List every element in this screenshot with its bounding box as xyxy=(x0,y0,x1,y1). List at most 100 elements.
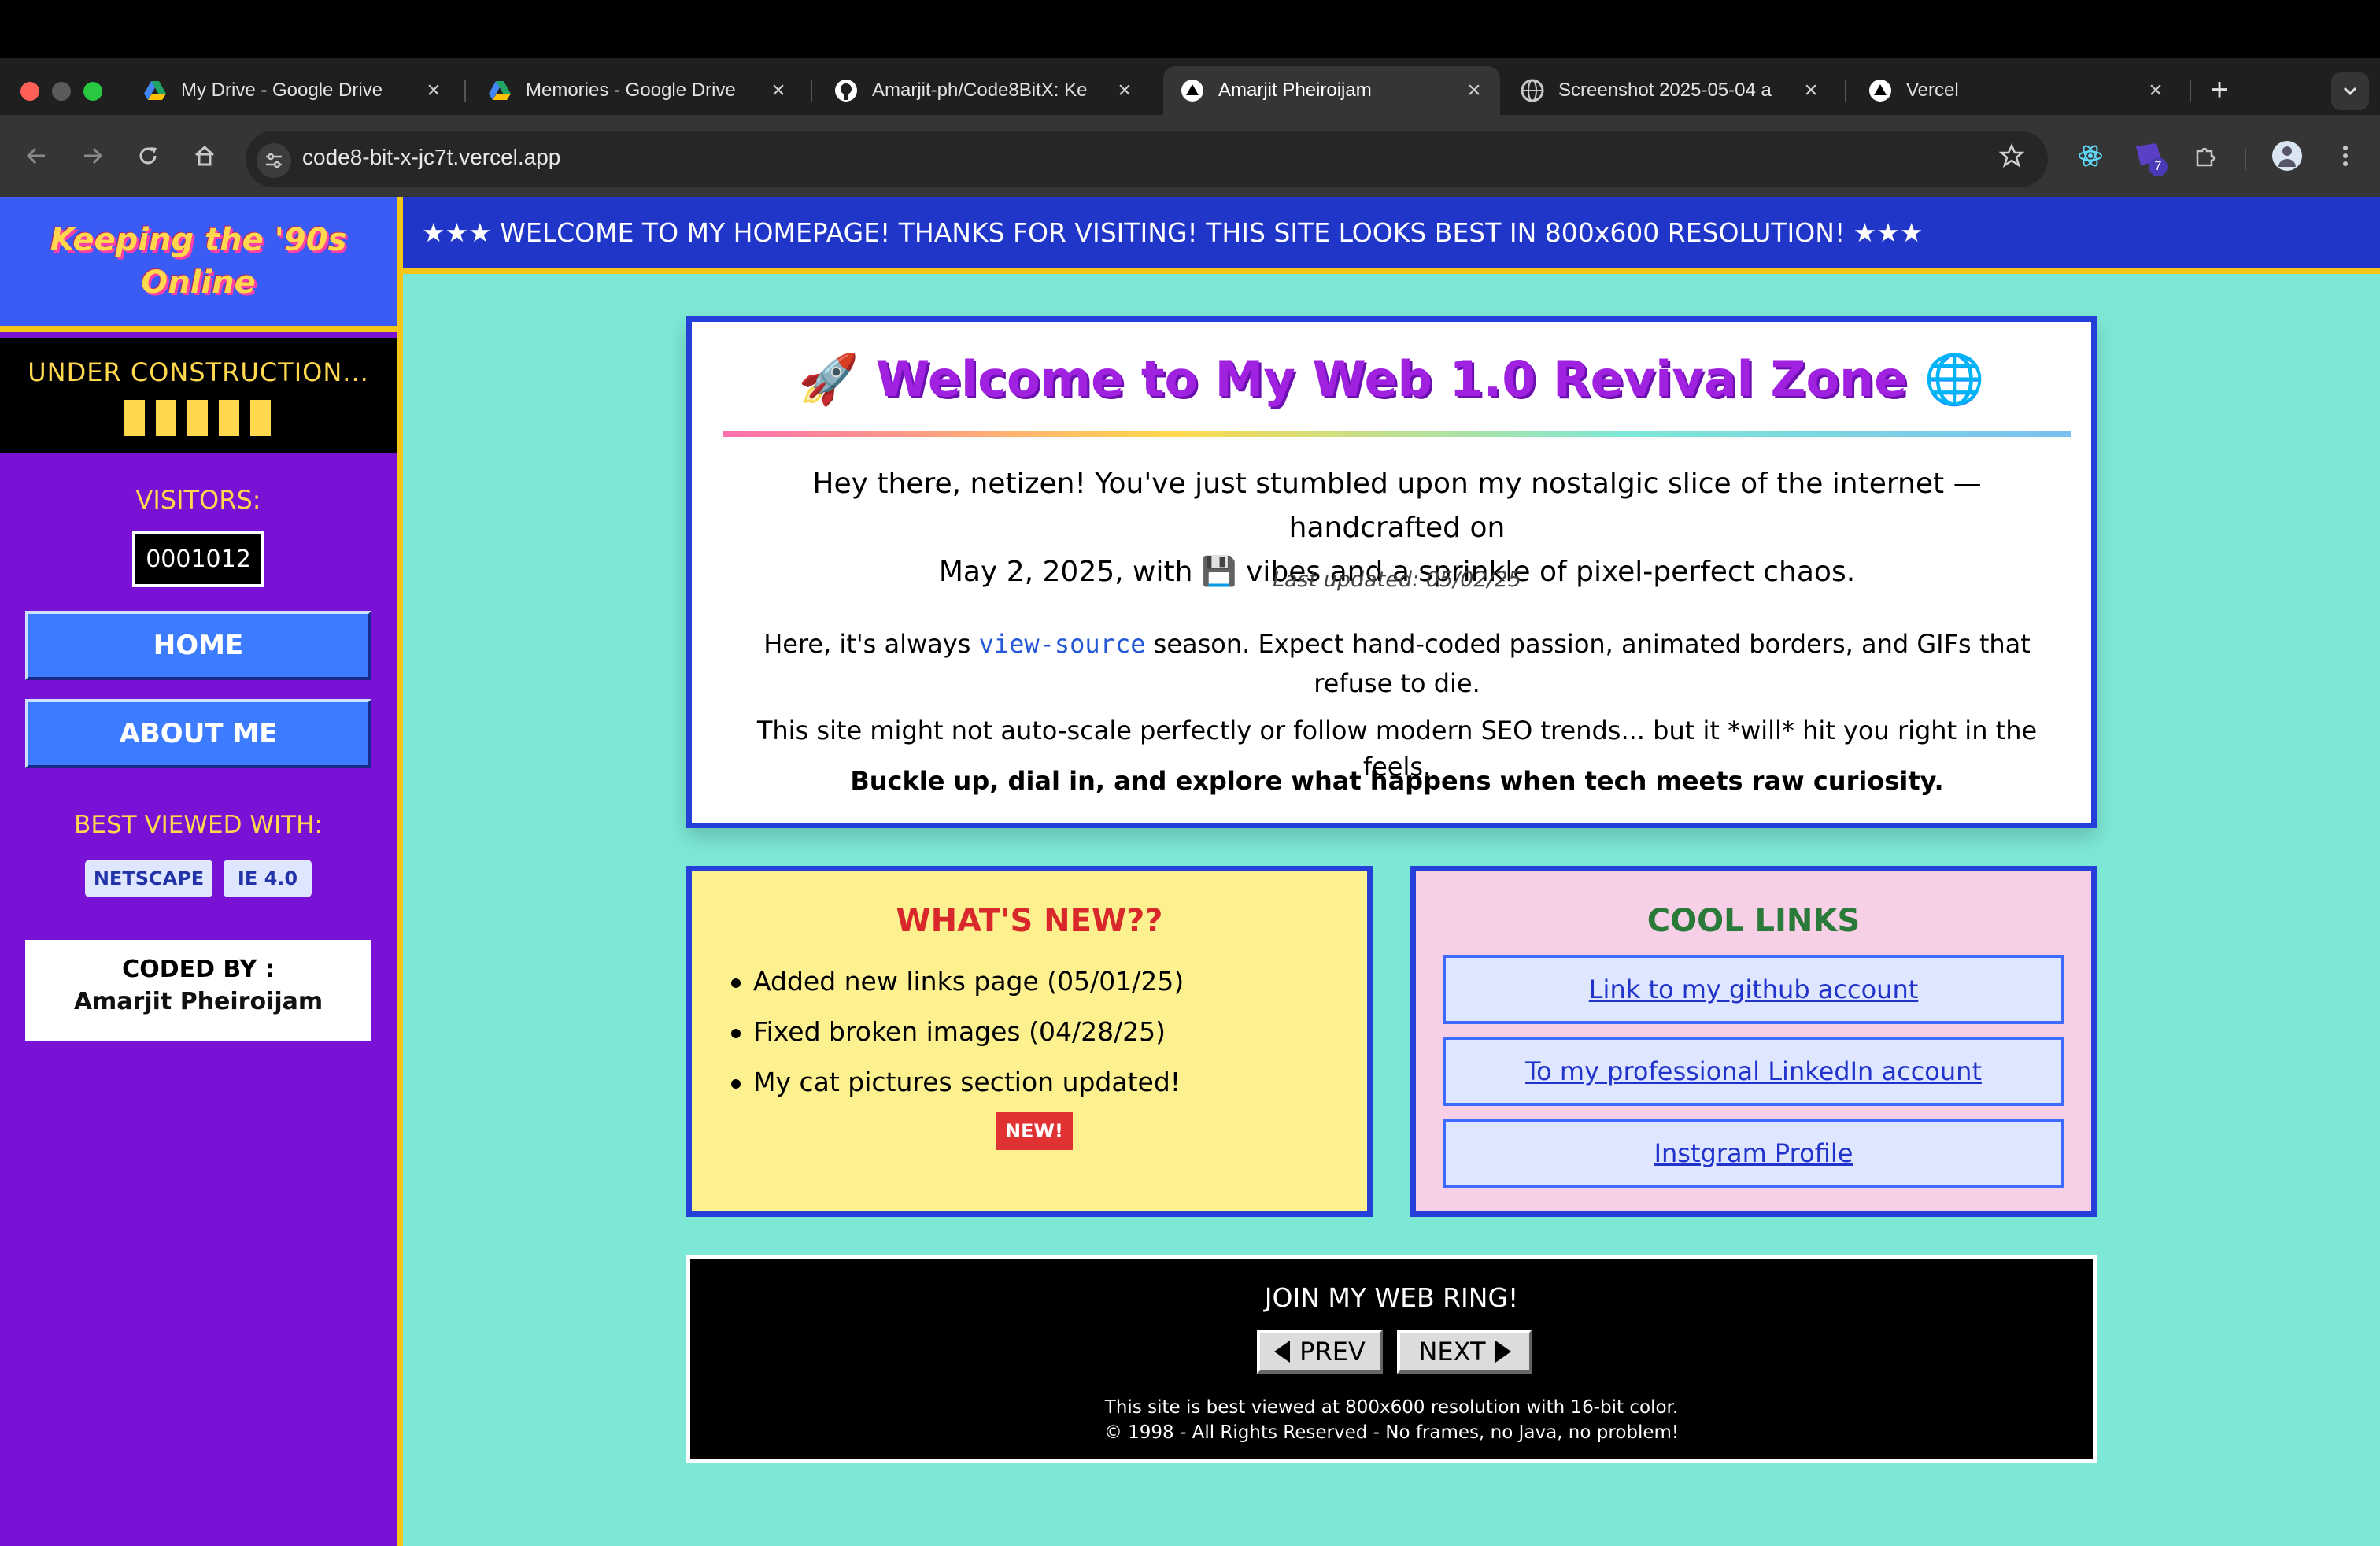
whats-new-list: Added new links page (05/01/25) Fixed br… xyxy=(726,956,1184,1108)
cool-links-title: COOL LINKS xyxy=(1646,903,1861,939)
coded-by-label: CODED BY : xyxy=(122,956,275,983)
intro-line-1: Hey there, netizen! You've just stumbled… xyxy=(812,468,1982,544)
react-devtools-button[interactable] xyxy=(2075,140,2106,172)
welcome-title-text: Welcome to My Web 1.0 Revival Zone xyxy=(875,350,1908,408)
linkedin-link-box: To my professional LinkedIn account xyxy=(1443,1037,2064,1106)
tab-divider xyxy=(464,80,466,102)
tab-my-drive[interactable]: My Drive - Google Drive × xyxy=(126,66,460,115)
reload-button[interactable] xyxy=(132,140,164,172)
buckle-up-paragraph: Buckle up, dial in, and explore what hap… xyxy=(850,766,1944,796)
extension-button[interactable]: 7 xyxy=(2133,140,2168,176)
close-tab-icon[interactable]: × xyxy=(1462,79,1486,102)
tab-search-button[interactable] xyxy=(2331,72,2369,110)
list-item: Fixed broken images (04/28/25) xyxy=(726,1007,1184,1057)
last-updated: Last updated: 05/02/25 xyxy=(1272,568,1522,592)
list-item: My cat pictures section updated! xyxy=(726,1057,1184,1108)
view-source-code: view-source xyxy=(978,629,1146,659)
back-button[interactable] xyxy=(20,140,52,172)
tab-title: Memories - Google Drive xyxy=(526,80,736,101)
extensions-menu-button[interactable] xyxy=(2190,140,2221,172)
next-label: NEXT xyxy=(1418,1337,1486,1367)
logo-line-1: Keeping the '90s xyxy=(50,222,347,258)
whats-new-card: WHAT'S NEW?? Added new links page (05/01… xyxy=(686,866,1373,1217)
linkedin-link[interactable]: To my professional LinkedIn account xyxy=(1525,1056,1982,1086)
tab-amarjit-pheiroijam[interactable]: Amarjit Pheiroijam × xyxy=(1163,66,1500,115)
nav-about-me-button[interactable]: ABOUT ME xyxy=(25,699,371,768)
close-tab-icon[interactable]: × xyxy=(767,79,790,102)
site-info-button[interactable] xyxy=(257,143,291,178)
chevron-down-icon xyxy=(2343,87,2357,96)
visitors-label: VISITORS: xyxy=(135,485,261,515)
tab-vercel[interactable]: Vercel × xyxy=(1851,66,2182,115)
instagram-link[interactable]: Instgram Profile xyxy=(1654,1138,1853,1168)
close-tab-icon[interactable]: × xyxy=(422,79,445,102)
close-tab-icon[interactable]: × xyxy=(2144,79,2168,102)
welcome-card: 🚀 Welcome to My Web 1.0 Revival Zone 🌐 H… xyxy=(686,316,2097,828)
rainbow-divider xyxy=(723,431,2071,437)
github-link-box: Link to my github account xyxy=(1443,955,2064,1024)
close-tab-icon[interactable]: × xyxy=(1799,79,1823,102)
puzzle-icon xyxy=(2196,147,2216,167)
tab-memories[interactable]: Memories - Google Drive × xyxy=(471,66,804,115)
rocket-icon: 🚀 xyxy=(797,350,859,408)
logo-line-2: Online xyxy=(141,264,256,301)
avatar xyxy=(2272,141,2302,171)
coded-by-name: Amarjit Pheiroijam xyxy=(73,988,323,1015)
nav-home-button[interactable]: HOME xyxy=(25,611,371,680)
more-vertical-icon xyxy=(2343,146,2348,166)
sidebar: Keeping the '90s Online UNDER CONSTRUCTI… xyxy=(0,197,397,1546)
best-viewed-label: BEST VIEWED WITH: xyxy=(74,811,323,839)
close-window-button[interactable] xyxy=(20,82,39,101)
webring-footer: JOIN MY WEB RING! PREV NEXT This site is… xyxy=(686,1255,2097,1463)
profile-button[interactable] xyxy=(2271,140,2303,172)
vercel-icon xyxy=(1181,79,1204,102)
screen-top-bar xyxy=(0,0,2380,58)
new-badge: NEW! xyxy=(996,1112,1073,1150)
tab-title: Screenshot 2025-05-04 a xyxy=(1558,80,1772,101)
sidebar-border xyxy=(397,197,403,1546)
tab-divider xyxy=(1845,80,1846,102)
coded-by-box: CODED BY : Amarjit Pheiroijam xyxy=(25,940,371,1041)
tab-title: My Drive - Google Drive xyxy=(181,80,383,101)
tab-screenshot[interactable]: Screenshot 2025-05-04 a × xyxy=(1503,66,1837,115)
tab-github[interactable]: Amarjit-ph/Code8BitX: Ke × xyxy=(817,66,1151,115)
webring-next-button[interactable]: NEXT xyxy=(1397,1330,1532,1374)
github-icon xyxy=(834,79,858,102)
ie-badge: IE 4.0 xyxy=(224,860,312,897)
close-tab-icon[interactable]: × xyxy=(1113,79,1136,102)
star-icon xyxy=(1999,143,2024,168)
prev-label: PREV xyxy=(1299,1337,1366,1367)
home-button[interactable] xyxy=(189,140,220,172)
forward-button[interactable] xyxy=(77,140,109,172)
site-logo[interactable]: Keeping the '90s Online xyxy=(0,197,397,332)
visitor-counter: 0001012 xyxy=(132,531,264,587)
under-construction-banner: UNDER CONSTRUCTION... xyxy=(0,338,397,453)
new-tab-button[interactable]: + xyxy=(2204,72,2235,107)
globe-icon: 🌐 xyxy=(1924,350,1986,408)
web-page: Keeping the '90s Online UNDER CONSTRUCTI… xyxy=(0,197,2380,1546)
instagram-link-box: Instgram Profile xyxy=(1443,1119,2064,1188)
logo-text: Keeping the '90s Online xyxy=(50,219,347,304)
browser-menu-button[interactable] xyxy=(2330,140,2361,172)
extension-badge: 7 xyxy=(2149,157,2168,176)
arrow-left-icon xyxy=(26,147,45,165)
tune-icon xyxy=(266,153,282,168)
github-link[interactable]: Link to my github account xyxy=(1589,975,1919,1004)
welcome-marquee: ★★★ WELCOME TO MY HOMEPAGE! THANKS FOR V… xyxy=(403,197,2380,274)
tab-title: Vercel xyxy=(1906,80,1959,101)
maximize-window-button[interactable] xyxy=(83,82,102,101)
view-source-text-after: season. Expect hand-coded passion, anima… xyxy=(1145,629,2031,698)
bookmark-button[interactable] xyxy=(1996,140,2027,172)
google-drive-icon xyxy=(143,79,167,102)
url-text: code8-bit-x-jc7t.vercel.app xyxy=(302,145,561,169)
view-source-text-before: Here, it's always xyxy=(763,629,979,659)
copyright-note: © 1998 - All Rights Reserved - No frames… xyxy=(1103,1422,1680,1443)
tab-divider xyxy=(2190,80,2191,102)
webring-prev-button[interactable]: PREV xyxy=(1257,1330,1383,1374)
tab-title: Amarjit-ph/Code8BitX: Ke xyxy=(872,80,1088,101)
toolbar-divider xyxy=(2245,148,2246,170)
triangle-left-icon xyxy=(1274,1341,1291,1363)
webring-label: JOIN MY WEB RING! xyxy=(1264,1282,1519,1313)
minimize-window-button[interactable] xyxy=(52,82,71,101)
google-drive-icon xyxy=(488,79,512,102)
